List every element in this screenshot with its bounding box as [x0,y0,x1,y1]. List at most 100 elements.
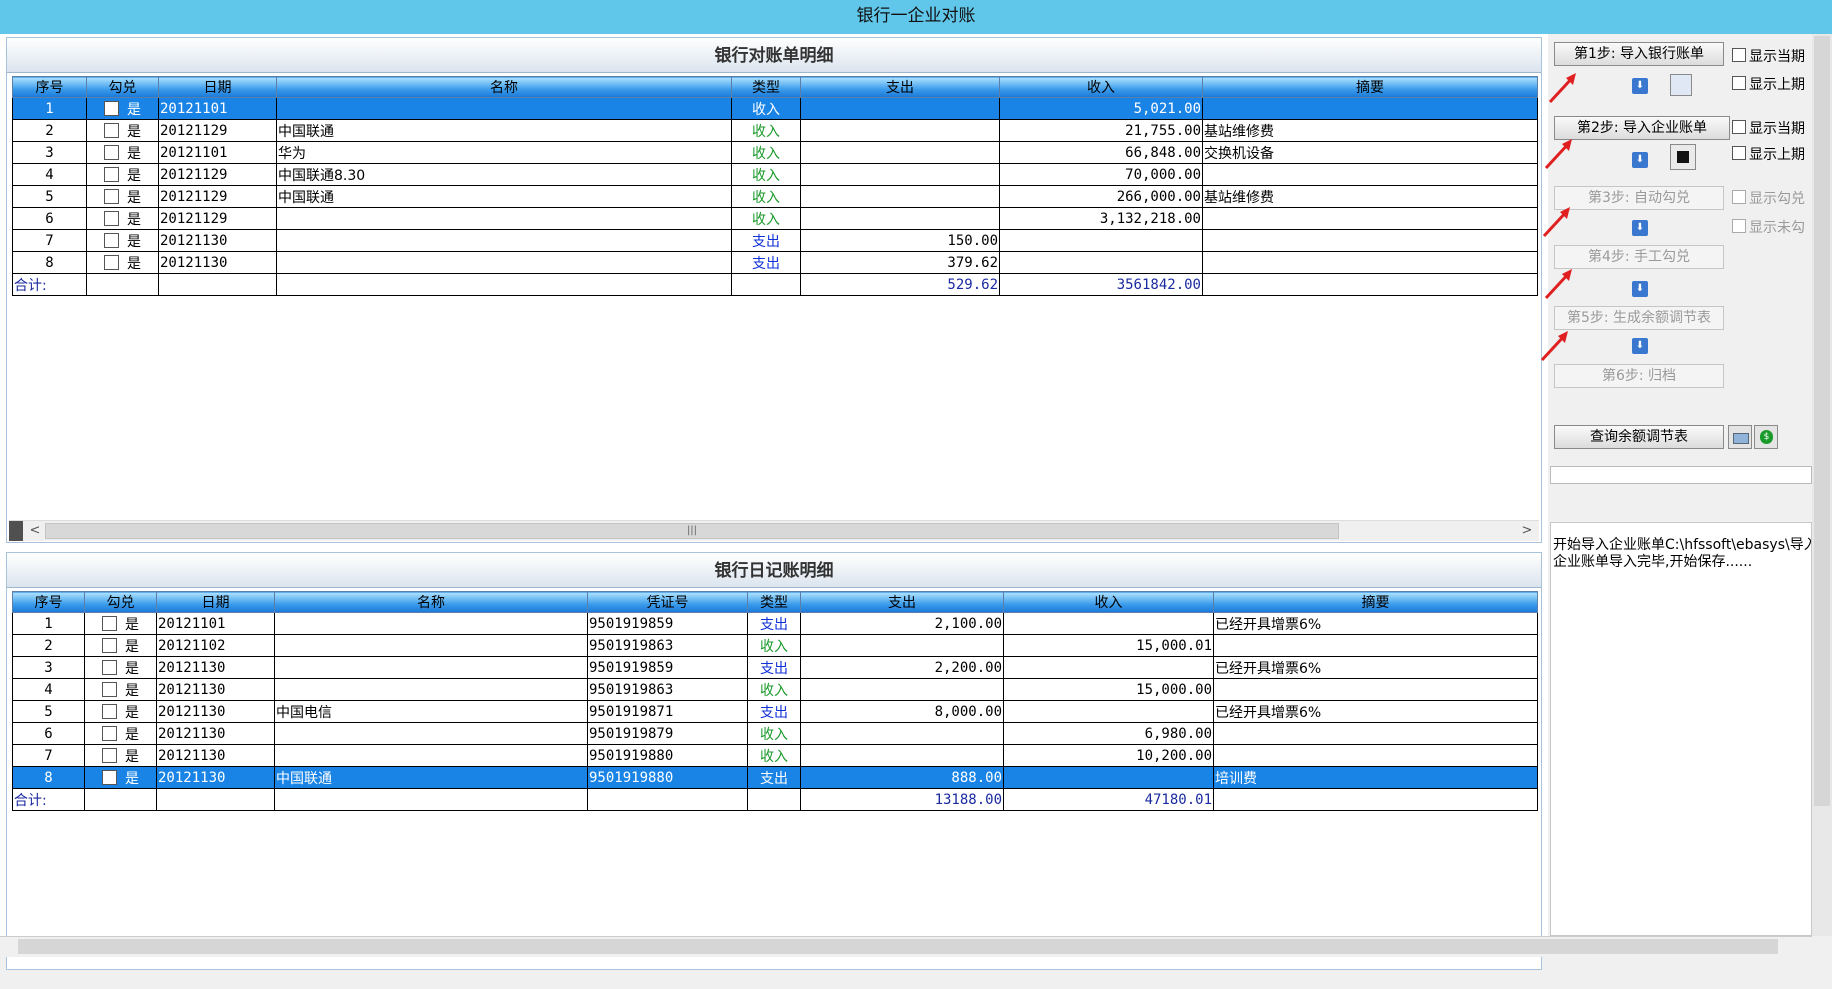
table-row[interactable]: 7 是 20121130 支出 150.00 [12,229,1538,252]
table-row[interactable]: 2 是 20121102 9501919863 收入 15,000.01 [12,634,1538,657]
save-disabled-icon[interactable] [1670,74,1692,96]
show-bank-current-checkbox[interactable]: 显示当期 [1732,46,1805,66]
check-cell[interactable]: 是 [84,634,157,657]
table-row[interactable]: 8 是 20121130 支出 379.62 [12,251,1538,274]
table-row[interactable]: 1 是 20121101 收入 5,021.00 [12,97,1538,120]
check-cell[interactable]: 是 [84,678,157,701]
check-cell[interactable]: 是 [86,163,159,186]
vscroll-thumb[interactable] [1814,36,1830,806]
column-header[interactable]: 序号 [12,76,87,98]
column-header[interactable]: 摘要 [1202,76,1538,98]
money-bag-icon[interactable]: $ [1754,425,1778,449]
column-header[interactable]: 收入 [1003,591,1214,613]
print-icon[interactable] [1728,425,1752,449]
scroll-right-icon[interactable]: > [1517,521,1537,541]
column-header[interactable]: 日期 [158,76,277,98]
save-icon[interactable] [1670,144,1696,170]
step2-import-enterprise-button[interactable]: 第2步: 导入企业账单 [1554,116,1730,140]
match-checkbox[interactable] [102,681,117,697]
step4-manual-match-button[interactable]: 第4步: 手工勾兑 [1554,245,1724,269]
match-checkbox[interactable] [102,615,117,631]
column-header[interactable]: 类型 [731,76,801,98]
match-checkbox[interactable] [104,166,119,182]
check-cell[interactable]: 是 [84,766,157,789]
column-header[interactable]: 勾兑 [84,591,157,613]
show-unchecked-checkbox[interactable]: 显示未勾 [1732,217,1805,237]
column-header[interactable]: 凭证号 [587,591,748,613]
table-row[interactable]: 6 是 20121129 收入 3,132,218.00 [12,207,1538,230]
check-cell[interactable]: 是 [86,141,159,164]
match-checkbox[interactable] [104,188,119,204]
match-checkbox[interactable] [104,232,119,248]
table-row[interactable]: 8 是 20121130 中国联通 9501919880 支出 888.00 培训费 [12,766,1538,789]
column-header[interactable]: 名称 [276,76,732,98]
window-hscrollbar[interactable] [0,936,1812,957]
column-header[interactable]: 支出 [800,76,1000,98]
check-cell[interactable]: 是 [86,207,159,230]
step5-generate-reconciliation-button[interactable]: 第5步: 生成余额调节表 [1554,306,1724,330]
match-checkbox[interactable] [102,637,117,653]
match-checkbox[interactable] [102,659,117,675]
date-cell: 20121130 [156,744,275,767]
check-cell[interactable]: 是 [86,119,159,142]
scroll-thumb[interactable]: ||| [45,523,1339,539]
name-cell: 中国联通 [276,119,732,142]
query-reconciliation-button[interactable]: 查询余额调节表 [1554,425,1724,449]
down-arrow-icon: ⬇ [1632,338,1648,354]
check-cell[interactable]: 是 [86,97,159,120]
check-cell[interactable]: 是 [84,744,157,767]
column-header[interactable]: 勾兑 [86,76,159,98]
check-cell[interactable]: 是 [84,612,157,635]
table-row[interactable]: 5 是 20121130 中国电信 9501919871 支出 8,000.00 已经开具增票… [12,700,1538,723]
column-header[interactable]: 摘要 [1213,591,1538,613]
row-number: 2 [12,119,87,142]
match-checkbox[interactable] [102,703,117,719]
step3-auto-match-button[interactable]: 第3步: 自动勾兑 [1554,186,1724,210]
match-checkbox[interactable] [102,747,117,763]
table-row[interactable]: 3 是 20121130 9501919859 支出 2,200.00 已经开具增票6% [12,656,1538,679]
window-vscrollbar[interactable] [1812,34,1832,936]
match-checkbox[interactable] [104,144,119,160]
show-enterprise-previous-checkbox[interactable]: 显示上期 [1732,144,1805,164]
match-checkbox[interactable] [104,100,119,116]
total-row: 合计: 529.62 3561842.00 [12,273,1538,296]
row-number: 8 [12,251,87,274]
show-enterprise-current-checkbox[interactable]: 显示当期 [1732,118,1805,138]
hscroll-thumb[interactable] [18,939,1778,954]
check-cell[interactable]: 是 [86,229,159,252]
table-row[interactable]: 1 是 20121101 9501919859 支出 2,100.00 已经开具增票6% [12,612,1538,635]
column-header[interactable]: 支出 [800,591,1004,613]
match-checkbox[interactable] [102,769,117,785]
bank-panel-title: 银行对账单明细 [7,38,1541,73]
column-header[interactable]: 类型 [747,591,801,613]
bank-table-hscrollbar[interactable]: < ||| > [9,520,1539,541]
name-cell: 华为 [276,141,732,164]
column-header[interactable]: 日期 [156,591,275,613]
scroll-left-icon[interactable]: < [25,521,45,541]
check-cell[interactable]: 是 [86,185,159,208]
check-cell[interactable]: 是 [84,722,157,745]
table-row[interactable]: 5 是 20121129 中国联通 收入 266,000.00 基站维修费 [12,185,1538,208]
match-checkbox[interactable] [104,210,119,226]
type-cell: 收入 [731,163,801,186]
table-row[interactable]: 2 是 20121129 中国联通 收入 21,755.00 基站维修费 [12,119,1538,142]
match-checkbox[interactable] [104,122,119,138]
show-checked-checkbox[interactable]: 显示勾兑 [1732,188,1805,208]
check-cell[interactable]: 是 [84,656,157,679]
column-header[interactable]: 名称 [274,591,588,613]
table-row[interactable]: 4 是 20121130 9501919863 收入 15,000.00 [12,678,1538,701]
check-cell[interactable]: 是 [84,700,157,723]
table-row[interactable]: 4 是 20121129 中国联通8.30 收入 70,000.00 [12,163,1538,186]
table-row[interactable]: 7 是 20121130 9501919880 收入 10,200.00 [12,744,1538,767]
step1-import-bank-button[interactable]: 第1步: 导入银行账单 [1554,42,1724,66]
check-cell[interactable]: 是 [86,251,159,274]
match-checkbox[interactable] [102,725,117,741]
table-row[interactable]: 6 是 20121130 9501919879 收入 6,980.00 [12,722,1538,745]
date-cell: 20121130 [156,656,275,679]
column-header[interactable]: 序号 [12,591,85,613]
table-row[interactable]: 3 是 20121101 华为 收入 66,848.00 交换机设备 [12,141,1538,164]
step6-archive-button[interactable]: 第6步: 归档 [1554,364,1724,388]
match-checkbox[interactable] [104,254,119,270]
column-header[interactable]: 收入 [999,76,1203,98]
show-bank-previous-checkbox[interactable]: 显示上期 [1732,74,1805,94]
